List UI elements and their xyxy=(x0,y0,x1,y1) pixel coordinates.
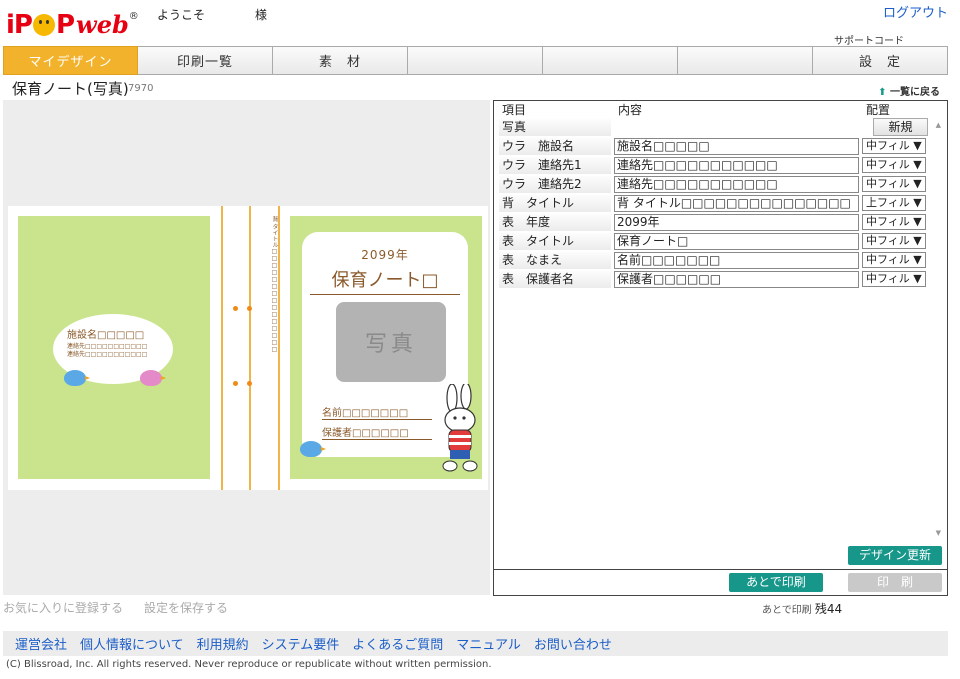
tab-my-design[interactable]: マイデザイン xyxy=(3,46,138,75)
field-label: ウラ 連絡先1 xyxy=(499,157,611,174)
field-label: 表 保護者名 xyxy=(499,271,611,288)
spine-line-mid xyxy=(249,206,251,490)
editor-panel: 項目 内容 配置 写真 新規 ▲ ウラ 施設名 施設名□□□□□ 中フィル ▼ … xyxy=(493,100,948,596)
front-guardian: 保護者□□□□□□ xyxy=(322,424,432,440)
field-label: 表 なまえ xyxy=(499,252,611,269)
design-preview: 施設名□□□□□ 連絡先□□□□□□□□□□□ 連絡先□□□□□□□□□□□ 背… xyxy=(3,100,490,595)
field-label: ウラ 施設名 xyxy=(499,138,611,155)
tab-settings[interactable]: 設 定 xyxy=(813,46,948,75)
photo-placeholder: 写真 xyxy=(336,302,446,382)
design-code: 7970 xyxy=(128,83,154,94)
logo-text: iP xyxy=(6,10,33,40)
placement-select[interactable]: 中フィル ▼ xyxy=(862,176,926,192)
logo-text-p: P xyxy=(55,10,75,40)
field-input[interactable]: 背 タイトル□□□□□□□□□□□□□□□ xyxy=(614,195,859,212)
footer-link-privacy[interactable]: 個人情報について xyxy=(80,634,184,653)
rabbit-icon xyxy=(442,384,478,472)
spine: 背 タイトル□□□□□□□□□□□□□□□ xyxy=(216,206,286,490)
front-cover: 2099年 保育ノート□ 写真 名前□□□□□□□ 保護者□□□□□□ xyxy=(290,216,482,479)
logout-link[interactable]: ログアウト xyxy=(883,2,948,21)
footer-nav: 運営会社 個人情報について 利用規約 システム要件 よくあるご質問 マニュアル … xyxy=(3,631,948,656)
column-header-item: 項目 xyxy=(502,103,527,117)
page-title: 保育ノート(写真) xyxy=(12,80,129,98)
placement-select[interactable]: 上フィル ▼ xyxy=(862,195,926,211)
save-settings-link[interactable]: 設定を保存する xyxy=(144,599,228,616)
footer-link-contact[interactable]: お問い合わせ xyxy=(534,634,612,653)
field-input[interactable]: 連絡先□□□□□□□□□□□ xyxy=(614,157,859,174)
add-favorite-link[interactable]: お気に入りに登録する xyxy=(3,599,123,616)
back-to-list-link[interactable]: ⬆ 一覧に戻る xyxy=(878,83,940,98)
honorific-text: 様 xyxy=(255,8,268,22)
ipop-web-logo[interactable]: iP Pweb® xyxy=(6,10,139,44)
footer-link-terms[interactable]: 利用規約 xyxy=(197,634,249,653)
spine-line-left xyxy=(221,206,223,490)
cover-sheet: 施設名□□□□□ 連絡先□□□□□□□□□□□ 連絡先□□□□□□□□□□□ 背… xyxy=(8,206,488,490)
design-update-button[interactable]: デザイン更新 xyxy=(848,546,942,565)
tab-materials[interactable]: 素 材 xyxy=(273,46,408,75)
print-later-label: あとで印刷 xyxy=(762,605,812,616)
field-label: 背 タイトル xyxy=(499,195,611,212)
new-photo-button[interactable]: 新規 xyxy=(873,118,928,136)
column-header-place: 配置 xyxy=(866,103,891,117)
pink-bird-icon xyxy=(140,370,162,386)
remaining-count: 残44 xyxy=(814,602,843,616)
logo-smile-icon xyxy=(32,14,55,36)
blue-bird-icon xyxy=(64,370,86,386)
scroll-down-icon[interactable]: ▼ xyxy=(936,529,941,537)
spine-hole xyxy=(247,306,252,311)
panel-divider xyxy=(494,569,947,570)
welcome-text: ようこそ xyxy=(157,8,206,22)
registered-mark: ® xyxy=(128,11,139,22)
field-input[interactable]: 連絡先□□□□□□□□□□□ xyxy=(614,176,859,193)
spine-hole xyxy=(247,381,252,386)
placement-select[interactable]: 中フィル ▼ xyxy=(862,252,926,268)
footer-link-requirements[interactable]: システム要件 xyxy=(262,634,340,653)
placement-select[interactable]: 中フィル ▼ xyxy=(862,233,926,249)
placement-select[interactable]: 中フィル ▼ xyxy=(862,271,926,287)
front-name: 名前□□□□□□□ xyxy=(322,404,432,420)
field-label: ウラ 連絡先2 xyxy=(499,176,611,193)
tab-empty-2 xyxy=(543,46,678,75)
tab-empty-1 xyxy=(408,46,543,75)
print-later-button[interactable]: あとで印刷 xyxy=(729,573,823,592)
copyright-text: (C) Blissroad, Inc. All rights reserved.… xyxy=(6,659,492,670)
footer-link-manual[interactable]: マニュアル xyxy=(456,634,521,653)
field-input[interactable]: 2099年 xyxy=(614,214,859,231)
placement-select[interactable]: 中フィル ▼ xyxy=(862,157,926,173)
print-button[interactable]: 印 刷 xyxy=(848,573,942,592)
field-label: 表 タイトル xyxy=(499,233,611,250)
field-input[interactable]: 施設名□□□□□ xyxy=(614,138,859,155)
back-to-list-label: 一覧に戻る xyxy=(890,87,940,98)
field-input[interactable]: 名前□□□□□□□ xyxy=(614,252,859,269)
back-arrow-icon: ⬆ xyxy=(878,87,887,98)
print-later-status: あとで印刷 残44 xyxy=(762,600,842,617)
footer-link-faq[interactable]: よくあるご質問 xyxy=(352,634,443,653)
front-title: 保育ノート□ xyxy=(310,266,460,295)
field-input[interactable]: 保育ノート□ xyxy=(614,233,859,250)
column-header-content: 内容 xyxy=(618,103,643,117)
back-contact-2: 連絡先□□□□□□□□□□□ xyxy=(67,351,148,358)
spine-hole xyxy=(233,381,238,386)
back-facility-name: 施設名□□□□□ xyxy=(67,330,145,341)
blue-bird-icon xyxy=(300,441,322,457)
placement-select[interactable]: 中フィル ▼ xyxy=(862,214,926,230)
placement-select[interactable]: 中フィル ▼ xyxy=(862,138,926,154)
field-label: 表 年度 xyxy=(499,214,611,231)
front-year: 2099年 xyxy=(361,248,409,262)
spine-hole xyxy=(233,306,238,311)
footer-link-company[interactable]: 運営会社 xyxy=(15,634,67,653)
scroll-up-icon[interactable]: ▲ xyxy=(936,121,941,129)
field-input[interactable]: 保護者□□□□□□ xyxy=(614,271,859,288)
spine-title: 背 タイトル□□□□□□□□□□□□□□□ xyxy=(271,216,278,353)
back-cover: 施設名□□□□□ 連絡先□□□□□□□□□□□ 連絡先□□□□□□□□□□□ xyxy=(18,216,210,479)
support-code-label: サポートコード xyxy=(834,36,904,47)
main-nav: マイデザイン 印刷一覧 素 材 設 定 xyxy=(3,46,948,75)
tab-empty-3 xyxy=(678,46,813,75)
photo-label: 写真 xyxy=(499,119,611,136)
tab-print-list[interactable]: 印刷一覧 xyxy=(138,46,273,75)
logo-web-text: web xyxy=(76,10,129,39)
